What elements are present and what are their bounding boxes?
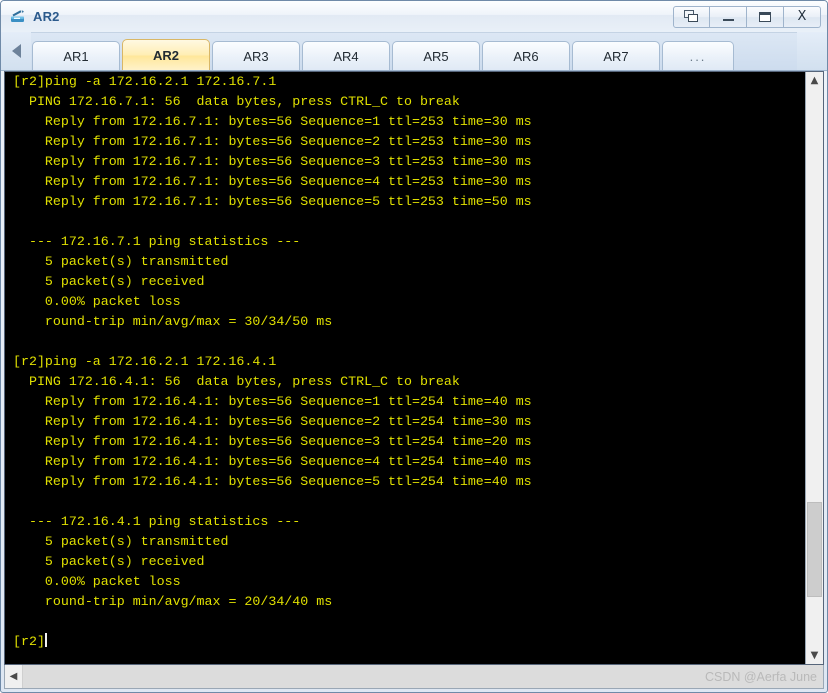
- terminal-line: Reply from 172.16.4.1: bytes=56 Sequence…: [13, 434, 532, 449]
- vertical-scroll-track[interactable]: [806, 89, 823, 647]
- tab-scroll-right-button[interactable]: [797, 32, 827, 70]
- chevron-down-icon: ▼: [810, 649, 819, 661]
- tab-bar: AR1 AR2 AR3 AR4 AR5 AR6 AR7 ...: [1, 32, 827, 71]
- terminal-prompt: [r2]: [13, 634, 45, 649]
- terminal-line: --- 172.16.4.1 ping statistics ---: [13, 514, 301, 529]
- terminal-line: 5 packet(s) received: [13, 554, 205, 569]
- minimize-button[interactable]: [710, 5, 747, 28]
- terminal-line: 5 packet(s) transmitted: [13, 534, 229, 549]
- horizontal-scrollbar[interactable]: ◀ CSDN @Aerfa June: [4, 665, 824, 689]
- tab-ar4[interactable]: AR4: [302, 41, 390, 70]
- restore-icon: [684, 10, 699, 23]
- terminal-pane: [r2]ip route-static 172.16.0.0 24 null0[…: [4, 71, 824, 665]
- terminal-line: Reply from 172.16.7.1: bytes=56 Sequence…: [13, 154, 532, 169]
- terminal-window: AR2 X AR1 AR2 AR3 AR4 AR5 AR6 AR7 ... [r…: [0, 0, 828, 693]
- title-bar: AR2 X: [1, 1, 827, 33]
- terminal-line: Reply from 172.16.7.1: bytes=56 Sequence…: [13, 134, 532, 149]
- terminal-line: Reply from 172.16.7.1: bytes=56 Sequence…: [13, 194, 532, 209]
- title-bar-left: AR2: [9, 8, 673, 26]
- tab-label: AR3: [243, 49, 269, 64]
- tab-list: AR1 AR2 AR3 AR4 AR5 AR6 AR7 ...: [31, 32, 797, 70]
- window-title: AR2: [33, 9, 60, 24]
- scroll-down-button[interactable]: ▼: [806, 647, 823, 664]
- terminal-line: Reply from 172.16.4.1: bytes=56 Sequence…: [13, 394, 532, 409]
- tab-label: ...: [689, 49, 707, 64]
- terminal-line: Reply from 172.16.7.1: bytes=56 Sequence…: [13, 114, 532, 129]
- terminal-prompt-line[interactable]: [r2]: [13, 632, 805, 652]
- maximize-icon: [759, 11, 771, 22]
- tab-ar7[interactable]: AR7: [572, 41, 660, 70]
- vertical-scroll-thumb[interactable]: [807, 501, 822, 597]
- tab-ar1[interactable]: AR1: [32, 41, 120, 70]
- tab-label: AR2: [152, 48, 179, 63]
- terminal-line: --- 172.16.7.1 ping statistics ---: [13, 234, 301, 249]
- close-icon: X: [797, 9, 807, 24]
- terminal-cursor: [44, 633, 47, 647]
- terminal-output[interactable]: [r2]ip route-static 172.16.0.0 24 null0[…: [5, 72, 805, 664]
- tab-overflow[interactable]: ...: [662, 41, 734, 70]
- tab-scroll-left-button[interactable]: [1, 32, 31, 70]
- minimize-icon: [722, 19, 734, 21]
- maximize-button[interactable]: [747, 5, 784, 28]
- restore-button[interactable]: [673, 5, 710, 28]
- scroll-up-button[interactable]: ▲: [806, 72, 823, 89]
- tab-label: AR4: [333, 49, 359, 64]
- chevron-up-icon: ▲: [810, 74, 819, 86]
- tab-ar2[interactable]: AR2: [122, 39, 210, 70]
- tab-label: AR1: [63, 49, 89, 64]
- terminal-line: PING 172.16.7.1: 56 data bytes, press CT…: [13, 94, 460, 109]
- terminal-line: 5 packet(s) transmitted: [13, 254, 229, 269]
- tab-label: AR7: [603, 49, 629, 64]
- tab-ar5[interactable]: AR5: [392, 41, 480, 70]
- tab-label: AR6: [513, 49, 539, 64]
- terminal-line: Reply from 172.16.4.1: bytes=56 Sequence…: [13, 474, 532, 489]
- terminal-line: [r2]ping -a 172.16.2.1 172.16.7.1: [13, 74, 277, 89]
- router-icon: [9, 8, 27, 26]
- terminal-line: PING 172.16.4.1: 56 data bytes, press CT…: [13, 374, 460, 389]
- tab-ar3[interactable]: AR3: [212, 41, 300, 70]
- terminal-line: Reply from 172.16.7.1: bytes=56 Sequence…: [13, 174, 532, 189]
- chevron-left-icon: ◀: [9, 670, 18, 682]
- window-controls: X: [673, 5, 821, 28]
- triangle-left-icon: [11, 44, 21, 58]
- terminal-line: round-trip min/avg/max = 20/34/40 ms: [13, 594, 333, 609]
- close-button[interactable]: X: [784, 5, 821, 28]
- terminal-line: 5 packet(s) received: [13, 274, 205, 289]
- terminal-line: 0.00% packet loss: [13, 294, 181, 309]
- terminal-line: [r2]ping -a 172.16.2.1 172.16.4.1: [13, 354, 277, 369]
- tab-ar6[interactable]: AR6: [482, 41, 570, 70]
- terminal-line: Reply from 172.16.4.1: bytes=56 Sequence…: [13, 414, 532, 429]
- scroll-left-button[interactable]: ◀: [5, 665, 23, 688]
- terminal-line: round-trip min/avg/max = 30/34/50 ms: [13, 314, 333, 329]
- tab-label: AR5: [423, 49, 449, 64]
- terminal-line: 0.00% packet loss: [13, 574, 181, 589]
- horizontal-scroll-track[interactable]: [23, 665, 823, 688]
- vertical-scrollbar[interactable]: ▲ ▼: [805, 72, 823, 664]
- terminal-line: Reply from 172.16.4.1: bytes=56 Sequence…: [13, 454, 532, 469]
